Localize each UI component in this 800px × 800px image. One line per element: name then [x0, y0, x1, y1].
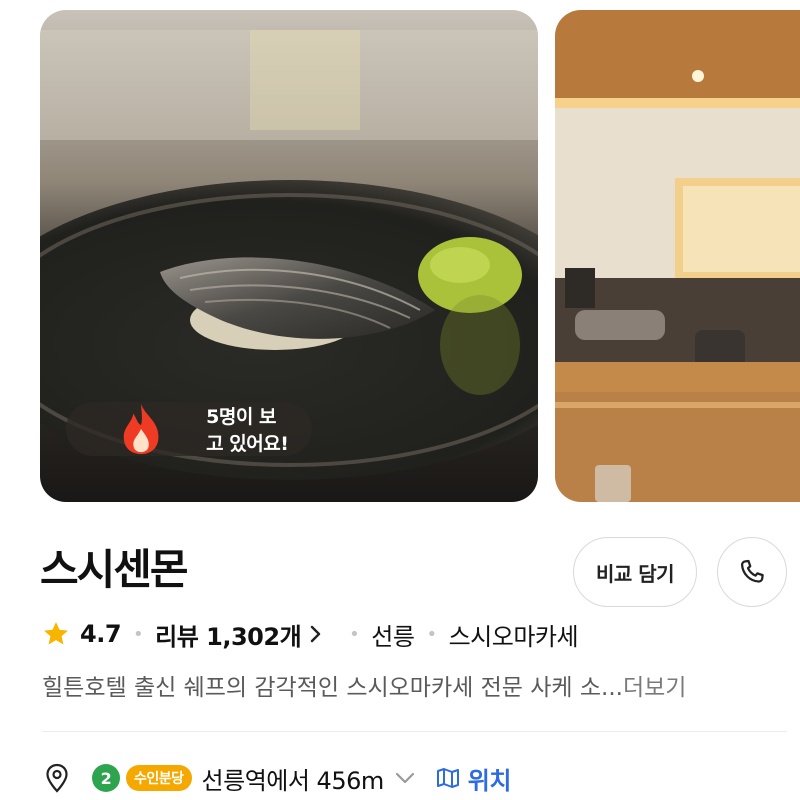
reviews-count: 리뷰 1,302개	[155, 622, 302, 651]
station-distance: 선릉역에서 456m	[201, 766, 385, 795]
map-link[interactable]: 위치	[436, 761, 511, 796]
map-icon	[436, 768, 459, 788]
chevron-down-icon[interactable]	[394, 771, 416, 785]
subway-line-name: 수인분당	[126, 765, 192, 791]
subway-line-badge: 2	[92, 764, 120, 792]
fire-icon	[123, 403, 159, 455]
divider	[42, 731, 787, 732]
rating-row: 4.7 • 리뷰 1,302개 • 선릉 • 스시오마카세	[42, 614, 579, 654]
interior-photo-image	[555, 10, 800, 502]
call-button[interactable]	[717, 537, 787, 607]
phone-icon	[741, 559, 764, 583]
viewing-count-text: 5명이 보고 있어요!	[206, 406, 289, 455]
separator-dot: •	[426, 623, 437, 645]
more-link[interactable]: 더보기	[623, 668, 686, 702]
photo-interior[interactable]	[555, 10, 800, 502]
restaurant-name: 스시센몬	[40, 545, 189, 594]
separator-dot: •	[133, 623, 144, 645]
rating-value: 4.7	[80, 620, 122, 648]
location-row: 2 수인분당 선릉역에서 456m 위치	[44, 758, 511, 798]
description-text: 힐튼호텔 출신 쉐프의 감각적인 스시오마카세 전문 사케 소...	[42, 675, 623, 701]
viewing-count-badge: 5명이 보고 있어요!	[66, 402, 313, 456]
category-label: 스시오마카세	[448, 622, 579, 651]
chevron-right-icon	[310, 625, 321, 643]
description-row: 힐튼호텔 출신 쉐프의 감각적인 스시오마카세 전문 사케 소... 더보기	[42, 665, 787, 705]
photo-gallery[interactable]: 5명이 보고 있어요!	[0, 0, 800, 510]
separator-dot: •	[349, 623, 360, 645]
compare-button[interactable]: 비교 담기	[573, 537, 697, 607]
map-link-label: 위치	[467, 766, 512, 795]
star-icon	[44, 622, 68, 645]
area-label: 선릉	[371, 622, 415, 651]
reviews-link[interactable]: 리뷰 1,302개	[155, 617, 323, 652]
photo-sushi[interactable]: 5명이 보고 있어요!	[40, 10, 538, 502]
location-pin-icon	[46, 763, 68, 793]
